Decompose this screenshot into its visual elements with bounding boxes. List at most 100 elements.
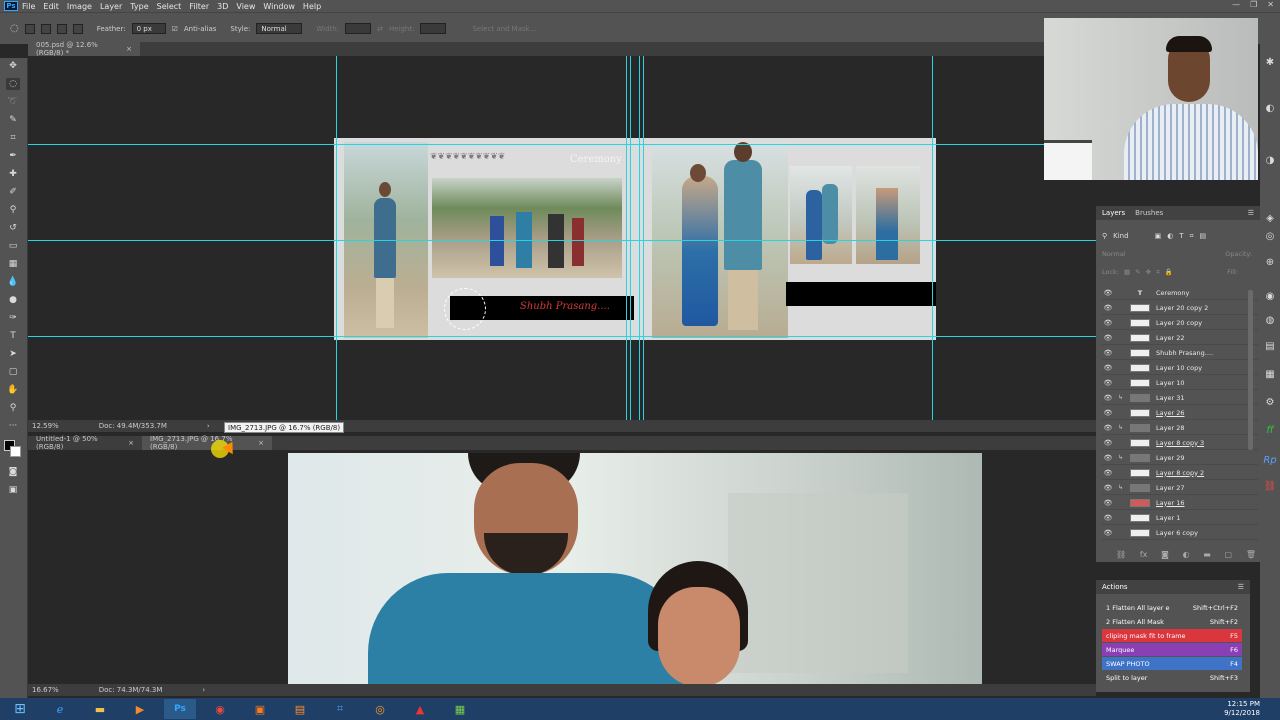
filter-adjust-icon[interactable]: ◐ <box>1167 232 1173 240</box>
plugin-rp-icon[interactable]: Rp <box>1263 454 1277 468</box>
eye-icon[interactable]: 👁 <box>1102 529 1114 537</box>
more-tools-icon[interactable]: ··· <box>6 420 20 432</box>
channels-icon[interactable]: ◎ <box>1263 230 1277 244</box>
action-item[interactable]: Split to layer Shift+F3 <box>1102 671 1242 684</box>
eye-icon[interactable]: 👁 <box>1102 334 1114 342</box>
crop-tool-icon[interactable]: ⌗ <box>6 132 20 144</box>
doc1-tab[interactable]: 005.psd @ 12.6% (RGB/8) * × <box>28 41 140 57</box>
chevron-right-icon[interactable]: › <box>202 686 205 694</box>
eyedropper-icon[interactable]: ✒ <box>6 150 20 162</box>
layer-row[interactable]: 👁 Layer 10 copy <box>1102 361 1258 375</box>
doc2-canvas[interactable] <box>28 450 1096 684</box>
zoom-tool-icon[interactable]: ⚲ <box>6 402 20 414</box>
close-icon[interactable]: × <box>126 45 132 53</box>
history-brush-icon[interactable]: ↺ <box>6 222 20 234</box>
menu-file[interactable]: File <box>22 2 43 11</box>
lock-position-icon[interactable]: ✥ <box>1146 268 1151 276</box>
clone-stamp-icon[interactable]: ⚲ <box>6 204 20 216</box>
panel-menu-icon[interactable]: ☰ <box>1248 209 1254 217</box>
eye-icon[interactable]: 👁 <box>1102 484 1114 492</box>
filter-shape-icon[interactable]: ⌗ <box>1190 232 1194 241</box>
opacity-label[interactable]: Opacity: <box>1225 250 1252 258</box>
eye-icon[interactable]: 👁 <box>1102 364 1114 372</box>
marquee-tool-preset-icon[interactable]: ◌ <box>10 23 19 34</box>
eye-icon[interactable]: 👁 <box>1102 514 1114 522</box>
styles-icon[interactable]: ▤ <box>1263 340 1277 354</box>
close-icon[interactable]: × <box>128 439 134 447</box>
quick-select-icon[interactable]: ✎ <box>6 114 20 126</box>
eye-icon[interactable]: 👁 <box>1102 424 1114 432</box>
tab-actions[interactable]: Actions <box>1102 583 1128 591</box>
background-color-icon[interactable] <box>10 446 21 457</box>
doc2-tab-untitled[interactable]: Untitled-1 @ 50% (RGB/8) × <box>28 435 142 451</box>
add-mask-icon[interactable]: ◙ <box>1161 550 1169 559</box>
subtract-selection-icon[interactable] <box>56 23 67 34</box>
select-mask-button[interactable]: Select and Mask... <box>472 25 536 33</box>
eraser-icon[interactable]: ▭ <box>6 240 20 252</box>
layer-row[interactable]: 👁 Layer 26 <box>1102 406 1258 420</box>
link-icon[interactable]: ⛓ <box>1263 480 1277 494</box>
dodge-tool-icon[interactable]: ● <box>6 294 20 306</box>
menu-help[interactable]: Help <box>303 2 329 11</box>
color-icon[interactable]: ◍ <box>1263 314 1277 328</box>
width-input[interactable] <box>345 23 372 34</box>
style-select[interactable]: Normal <box>256 23 303 34</box>
layer-row[interactable]: 👁 Shubh Prasang.... <box>1102 346 1258 360</box>
pen-tool-icon[interactable]: ✑ <box>6 312 20 324</box>
eye-icon[interactable]: 👁 <box>1102 289 1114 297</box>
start-button-icon[interactable]: ⊞ <box>4 699 36 719</box>
acrobat-icon[interactable]: ▲ <box>404 699 436 719</box>
search-icon[interactable]: ⚲ <box>1102 232 1107 240</box>
eye-icon[interactable]: 👁 <box>1102 409 1114 417</box>
filter-pixel-icon[interactable]: ▣ <box>1155 232 1162 240</box>
layer-row[interactable]: 👁 Layer 8 copy 2 <box>1102 466 1258 480</box>
eye-icon[interactable]: 👁 <box>1102 379 1114 387</box>
shape-tool-icon[interactable]: ▢ <box>6 366 20 378</box>
eye-icon[interactable]: 👁 <box>1102 394 1114 402</box>
character-icon[interactable]: ▦ <box>1263 368 1277 382</box>
lock-artboard-icon[interactable]: ⌗ <box>1156 268 1160 277</box>
swatches-icon[interactable]: ◉ <box>1263 290 1277 304</box>
action-item[interactable]: Marquee F6 <box>1102 643 1242 656</box>
tab-brushes[interactable]: Brushes <box>1135 209 1163 217</box>
layers-scrollbar[interactable] <box>1248 290 1253 450</box>
history-icon[interactable]: ✱ <box>1263 56 1277 70</box>
brush-tool-icon[interactable]: ✐ <box>6 186 20 198</box>
chevron-right-icon[interactable]: › <box>207 422 210 430</box>
menu-window[interactable]: Window <box>263 2 303 11</box>
paragraph-icon[interactable]: ⚙ <box>1263 396 1277 410</box>
chrome-icon[interactable]: ◉ <box>204 699 236 719</box>
layer-row[interactable]: 👁 ↳ Layer 31 <box>1102 391 1258 405</box>
lasso-tool-icon[interactable]: ➰ <box>6 96 20 108</box>
action-item[interactable]: SWAP PHOTO F4 <box>1102 657 1242 670</box>
android-app-icon[interactable]: ▦ <box>444 699 476 719</box>
layer-kind-select[interactable]: Kind <box>1113 232 1128 240</box>
eye-icon[interactable]: 👁 <box>1102 349 1114 357</box>
new-layer-icon[interactable]: ▢ <box>1225 550 1233 559</box>
quick-mask-icon[interactable]: ◙ <box>6 466 20 478</box>
swap-icon[interactable]: ⇄ <box>377 25 383 33</box>
eye-icon[interactable]: 👁 <box>1102 499 1114 507</box>
adjustments-icon[interactable]: ◑ <box>1263 154 1277 168</box>
height-input[interactable] <box>420 23 447 34</box>
menu-image[interactable]: Image <box>67 2 100 11</box>
blend-mode-select[interactable]: Normal <box>1102 250 1126 258</box>
delete-layer-icon[interactable]: 🗑 <box>1246 550 1256 559</box>
properties-icon[interactable]: ◐ <box>1263 102 1277 116</box>
fx-icon[interactable]: fx <box>1140 550 1148 559</box>
action-item[interactable]: 2 Flatten All Mask Shift+F2 <box>1102 615 1242 628</box>
menu-type[interactable]: Type <box>130 2 156 11</box>
layer-row[interactable]: 👁 Layer 20 copy 2 <box>1102 301 1258 315</box>
move-tool-icon[interactable]: ✥ <box>6 60 20 72</box>
gradient-icon[interactable]: ▦ <box>6 258 20 270</box>
layer-row[interactable]: 👁 Layer 8 copy 3 <box>1102 436 1258 450</box>
add-selection-icon[interactable] <box>40 23 51 34</box>
eye-icon[interactable]: 👁 <box>1102 454 1114 462</box>
menu-layer[interactable]: Layer <box>100 2 130 11</box>
tab-layers[interactable]: Layers <box>1102 209 1125 217</box>
system-clock[interactable]: 12:15 PM 9/12/2018 <box>1224 700 1260 718</box>
screen-mode-icon[interactable]: ▣ <box>6 484 20 496</box>
restore-icon[interactable]: ❐ <box>1250 0 1257 9</box>
file-explorer-icon[interactable]: ▬ <box>84 699 116 719</box>
layer-row[interactable]: 👁 T Ceremony <box>1102 286 1258 300</box>
